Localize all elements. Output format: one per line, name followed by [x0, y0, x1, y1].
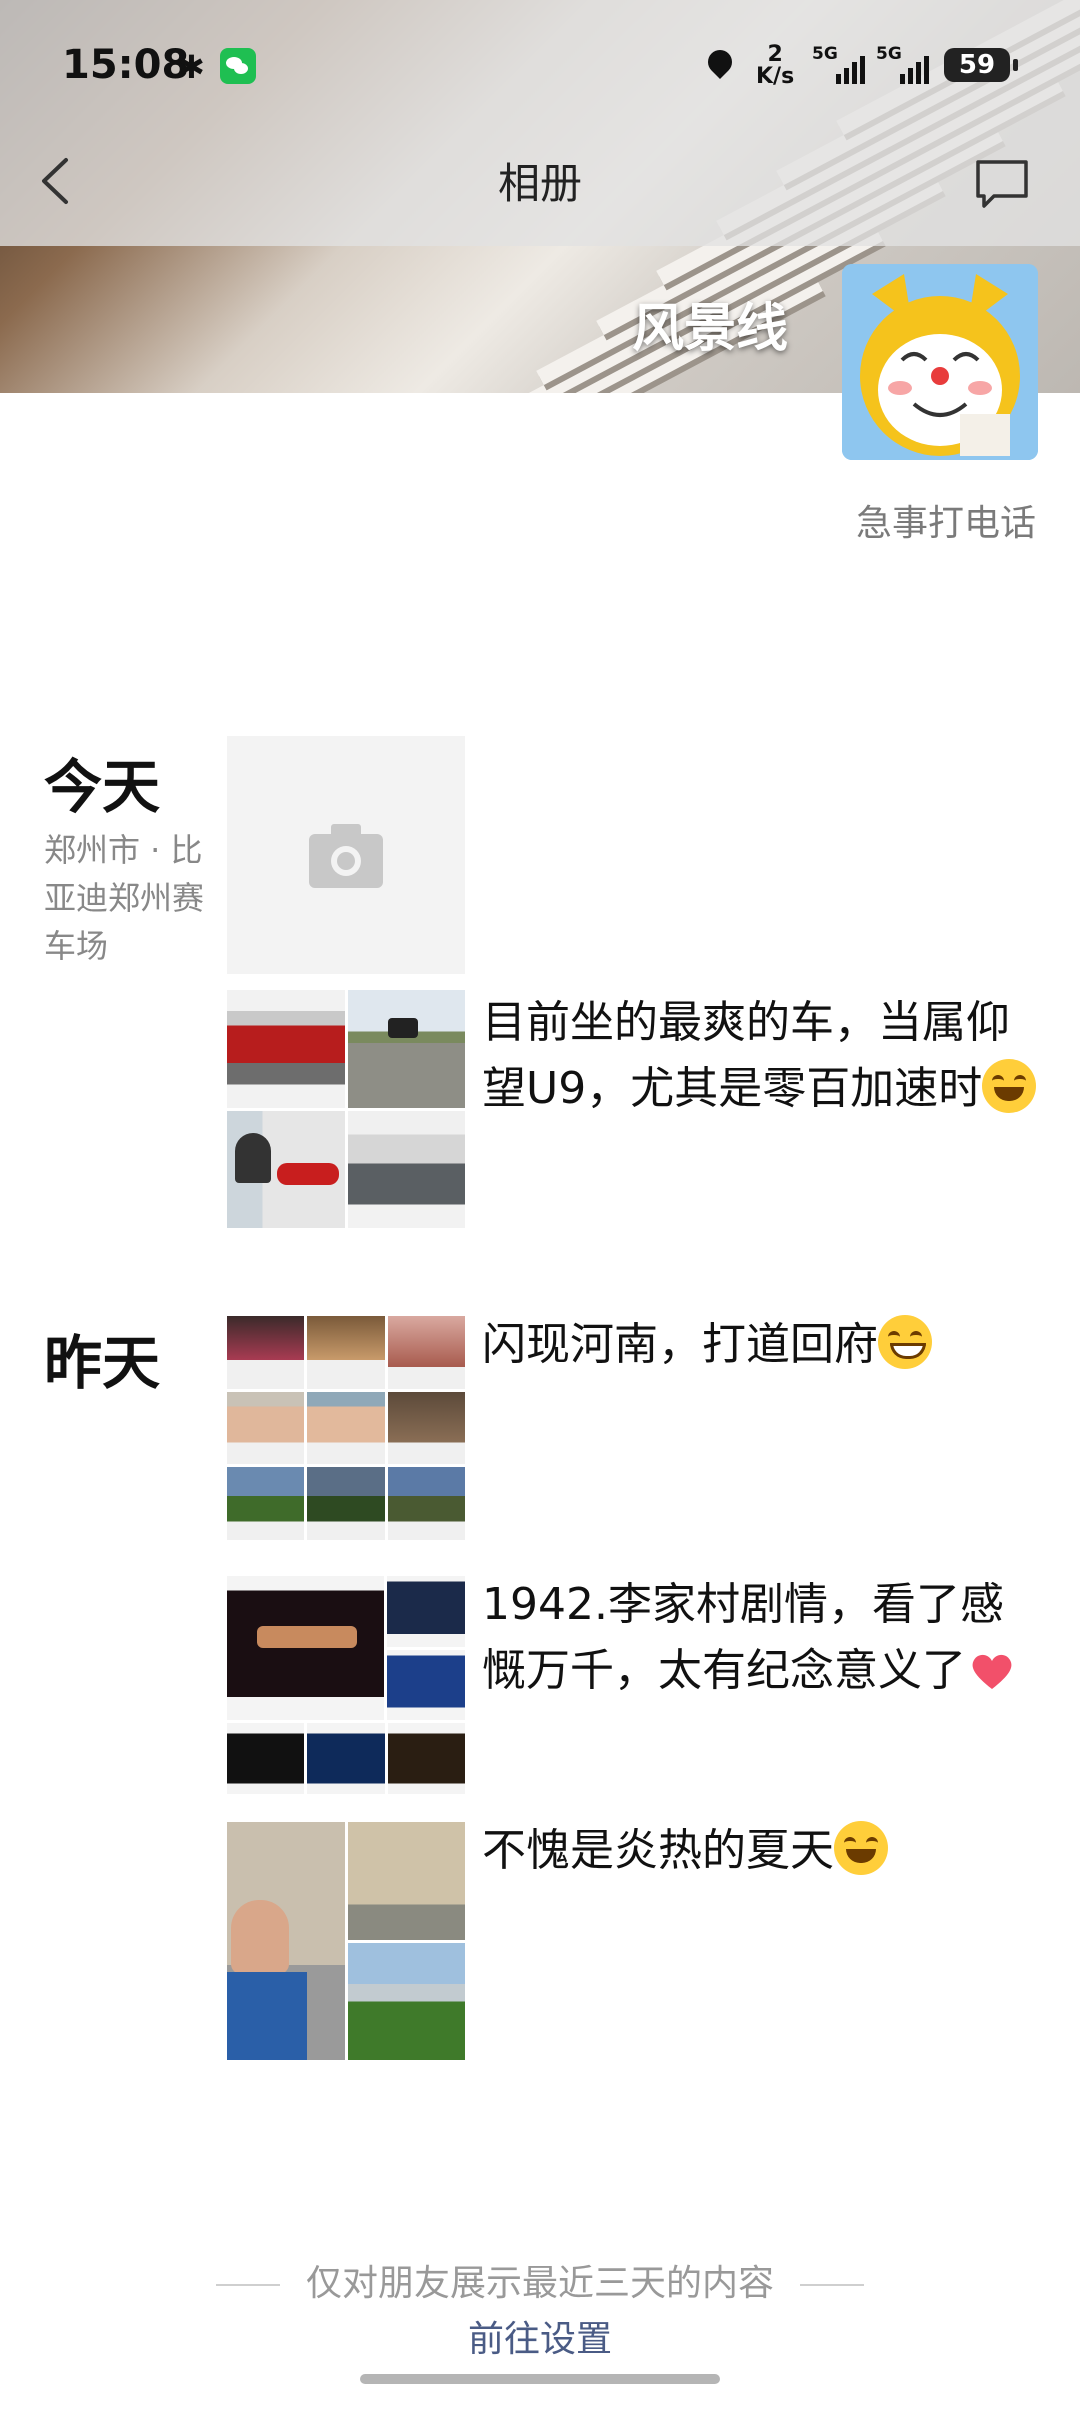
photo-thumbnail[interactable]: [227, 1576, 384, 1721]
grin-emoji-icon: [878, 1315, 932, 1369]
photo-thumbnail[interactable]: [227, 1110, 345, 1228]
location-icon: [703, 45, 737, 79]
photo-thumbnail[interactable]: [307, 1391, 385, 1465]
profile-signature: 急事打电话: [855, 503, 1036, 544]
photo-thumbnail[interactable]: [227, 1316, 305, 1389]
laughing-tears-emoji-icon: [982, 1059, 1037, 1113]
network-speed: 2 K/s: [756, 42, 795, 89]
photo-thumbnail[interactable]: [227, 1822, 345, 2060]
wechat-notification-icon: [220, 48, 256, 84]
message-icon[interactable]: [974, 158, 1030, 210]
photo-row: [227, 1723, 465, 1794]
photo-thumbnail[interactable]: [227, 990, 345, 1108]
post-text[interactable]: 目前坐的最爽的车，当属仰望U9，尤其是零百加速时: [482, 990, 1042, 1122]
laughing-tears-emoji-icon: [834, 1821, 888, 1875]
post-text[interactable]: 1942.李家村剧情，看了感慨万千，太有纪念意义了: [482, 1572, 1042, 1704]
day-label-today: 今天: [44, 753, 161, 821]
add-photo-placeholder[interactable]: [227, 736, 465, 974]
photo-thumbnail[interactable]: [347, 1110, 465, 1228]
post-text[interactable]: 不愧是炎热的夏天: [482, 1818, 1042, 1884]
heart-emoji-icon: [972, 1654, 1012, 1689]
photo-thumbnail[interactable]: [386, 1649, 465, 1721]
photo-thumbnail[interactable]: [307, 1316, 385, 1389]
visibility-notice: 仅对朋友展示最近三天的内容: [0, 2254, 1080, 2306]
battery-icon: 59: [944, 48, 1018, 82]
battery-level: 59: [958, 50, 996, 80]
go-to-settings-link[interactable]: 前往设置: [0, 2310, 1080, 2362]
profile-username: 风景线: [632, 299, 789, 359]
photo-thumbnail[interactable]: [386, 1576, 465, 1647]
photo-thumbnail[interactable]: [387, 1467, 465, 1540]
photo-thumbnail[interactable]: [307, 1467, 385, 1540]
day-label-yesterday: 昨天: [44, 1329, 161, 1397]
photo-thumbnail[interactable]: [387, 1316, 465, 1389]
status-bar: 15:08 ✱ 2 K/s 5G 5G 59: [0, 0, 1080, 136]
camera-icon: [309, 824, 383, 888]
status-time: 15:08: [62, 42, 190, 88]
post-thumbnail-grid[interactable]: [227, 1316, 465, 1540]
photo-thumbnail[interactable]: [227, 1467, 305, 1540]
photo-thumbnail[interactable]: [347, 1822, 465, 1940]
post-thumbnail-grid[interactable]: [227, 990, 465, 1228]
post-thumbnail-grid[interactable]: [227, 1576, 465, 1794]
avatar[interactable]: [842, 264, 1038, 460]
photo-thumbnail[interactable]: [227, 1391, 305, 1465]
page-title: 相册: [497, 159, 582, 208]
home-indicator[interactable]: [360, 2374, 720, 2384]
post-location: 郑州市 · 比亚迪郑州赛车场: [44, 831, 205, 965]
photo-thumbnail[interactable]: [387, 1391, 465, 1465]
photo-thumbnail[interactable]: [347, 1942, 465, 2060]
bluetooth-icon: ✱: [178, 48, 205, 86]
signal-icon-sim2: 5G: [876, 44, 929, 84]
signal-icon-sim1: 5G: [812, 44, 865, 84]
post-text[interactable]: 闪现河南，打道回府: [482, 1312, 1042, 1378]
photo-thumbnail[interactable]: [347, 990, 465, 1108]
post-thumbnail-grid[interactable]: [227, 1822, 465, 2060]
